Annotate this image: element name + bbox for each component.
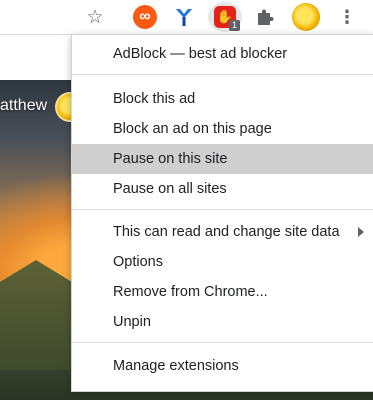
menu-item-options[interactable]: Options <box>72 247 373 277</box>
menu-item-label: Manage extensions <box>113 358 239 374</box>
menu-separator <box>72 209 373 210</box>
menu-separator <box>72 342 373 343</box>
menu-item-block-ad-on-page[interactable]: Block an ad on this page <box>72 114 373 144</box>
extension-adblock-button[interactable]: ✋ 1 <box>208 2 242 32</box>
profile-avatar-button[interactable] <box>292 3 320 31</box>
menu-item-label: Options <box>113 254 163 270</box>
y-logo-icon <box>176 9 192 26</box>
menu-item-label: This can read and change site data <box>113 224 340 240</box>
bookmark-star-icon[interactable]: ☆ <box>81 3 109 31</box>
puzzle-icon <box>258 9 274 25</box>
infinity-icon: ∞ <box>133 5 157 29</box>
menu-item-pause-on-all-sites[interactable]: Pause on all sites <box>72 174 373 204</box>
menu-item-label: Block this ad <box>113 91 196 107</box>
extension-y-icon[interactable] <box>170 3 198 31</box>
menu-item-label: Block an ad on this page <box>113 121 272 137</box>
menu-item-site-data-permissions[interactable]: This can read and change site data <box>72 217 373 247</box>
adblock-context-menu: AdBlock — best ad blocker Block this ad … <box>71 34 373 392</box>
browser-toolbar: ☆ ∞ ✋ 1 ⋮ <box>0 0 373 34</box>
menu-item-label: Pause on this site <box>113 151 228 167</box>
submenu-arrow-icon <box>358 227 364 237</box>
menu-item-block-this-ad[interactable]: Block this ad <box>72 84 373 114</box>
menu-item-label: Pause on all sites <box>113 181 227 197</box>
menu-item-unpin[interactable]: Unpin <box>72 307 373 337</box>
profile-avatar-icon <box>292 3 320 31</box>
extension-infinity-icon[interactable]: ∞ <box>131 3 159 31</box>
menu-item-pause-on-this-site[interactable]: Pause on this site <box>72 144 373 174</box>
menu-item-manage-extensions[interactable]: Manage extensions <box>72 351 373 381</box>
adblock-count-badge: 1 <box>228 20 240 31</box>
greeting-text: atthew <box>0 97 48 114</box>
menu-item-label: Unpin <box>113 314 151 330</box>
menu-separator <box>72 74 373 75</box>
menu-item-remove-from-chrome[interactable]: Remove from Chrome... <box>72 277 373 307</box>
menu-item-extension-name[interactable]: AdBlock — best ad blocker <box>72 39 373 69</box>
menu-item-label: AdBlock — best ad blocker <box>113 46 288 62</box>
chrome-menu-kebab-icon[interactable]: ⋮ <box>333 3 361 31</box>
menu-item-label: Remove from Chrome... <box>113 284 268 300</box>
extensions-puzzle-icon[interactable] <box>251 3 279 31</box>
